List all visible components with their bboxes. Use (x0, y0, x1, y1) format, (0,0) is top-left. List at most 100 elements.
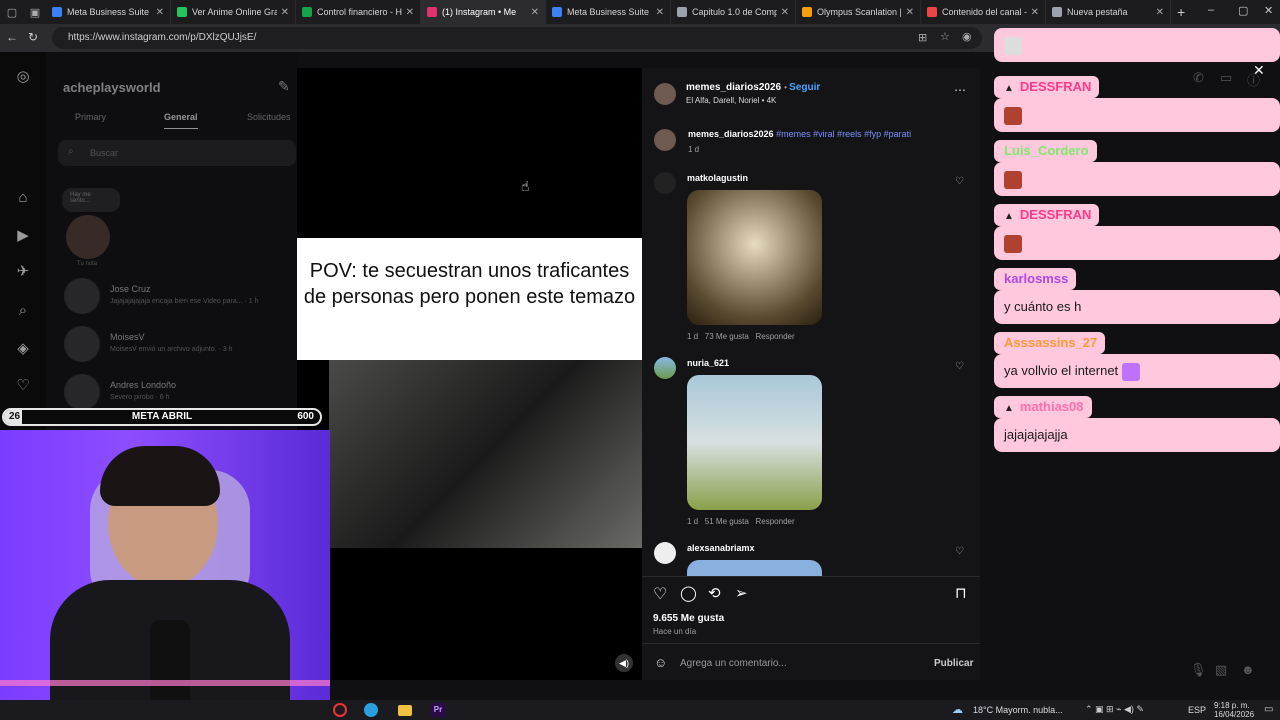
browser-tab[interactable]: Olympus Scanlation | L ✕ (796, 0, 921, 24)
browser-tab[interactable]: Meta Business Suite ✕ (546, 0, 671, 24)
comment-username[interactable]: nuria_621 (687, 358, 729, 368)
browser-tab[interactable]: (1) Instagram • Me ✕ (421, 0, 546, 24)
browser-tab[interactable]: Meta Business Suite ✕ (46, 0, 171, 24)
minimize-button[interactable]: – (1208, 4, 1214, 16)
repost-icon[interactable]: ⟲ (708, 584, 721, 602)
read-mode-icon[interactable]: ⊞ (918, 31, 927, 44)
comment-gif[interactable] (687, 560, 822, 576)
dm-username[interactable]: acheplaysworld (63, 80, 161, 95)
close-tab-icon[interactable]: ✕ (281, 7, 289, 18)
messages-icon[interactable]: ✈ (14, 263, 32, 281)
comment-avatar[interactable] (654, 172, 676, 194)
explore-icon[interactable]: ◈ (14, 340, 32, 358)
dm-thread[interactable]: Jose Cruz Jajajajajajaja encaja bien ese … (64, 278, 294, 318)
maximize-button[interactable]: ▢ (1238, 4, 1248, 17)
audio-info[interactable]: El Alfa, Darell, Noriel • 4K (686, 96, 776, 105)
notifications-icon[interactable]: ▭ (1264, 704, 1273, 715)
author-username[interactable]: memes_diarios2026 (686, 82, 781, 93)
search-icon[interactable]: ⌕ (14, 302, 32, 320)
browser-tab[interactable]: Control financiero - Ho ✕ (296, 0, 421, 24)
comment-username[interactable]: alexsanabriamx (687, 543, 755, 553)
browser-tab[interactable]: Capitulo 1.0 de Comple ✕ (671, 0, 796, 24)
post-likes[interactable]: 9.655 Me gusta (653, 613, 724, 624)
like-comment-icon[interactable]: ♡ (955, 361, 964, 372)
close-tab-icon[interactable]: ✕ (156, 7, 164, 18)
dm-thread[interactable]: MoisesV MoisesV envió un archivo adjunto.… (64, 326, 294, 366)
reply-button[interactable]: Responder (756, 332, 795, 341)
mic-icon[interactable]: 🎙 (1190, 662, 1207, 678)
dm-search[interactable]: ⌕ Buscar (58, 140, 296, 166)
chat-username[interactable]: Asssassins_27 (994, 332, 1106, 354)
comment-avatar[interactable] (654, 357, 676, 379)
browser-tab[interactable]: Nueva pestaña ✕ (1046, 0, 1171, 24)
language-indicator[interactable]: ESP (1188, 705, 1206, 715)
publish-button[interactable]: Publicar (934, 658, 973, 669)
tab-actions-icon[interactable]: ▢ (0, 6, 24, 19)
note-bubble[interactable]: Hay me sento... (62, 188, 120, 212)
comment-icon[interactable]: ◯ (680, 584, 697, 602)
weather-text[interactable]: 18°C Mayorm. nubla... (973, 705, 1063, 715)
image-icon[interactable]: ▧ (1215, 662, 1227, 678)
caption-username[interactable]: memes_diarios2026 (688, 129, 774, 139)
comment-avatar[interactable] (654, 542, 676, 564)
extension-icon[interactable]: ◉ (962, 30, 972, 43)
caption-avatar[interactable] (654, 129, 676, 151)
more-options-icon[interactable]: ⋯ (954, 83, 966, 97)
new-message-icon[interactable]: ✎ (278, 78, 290, 95)
chat-username[interactable]: ▲ mathias08 (994, 396, 1092, 418)
caption-hashtags[interactable]: #memes #viral #reels #fyp #parati (776, 129, 911, 139)
folder-icon[interactable] (398, 705, 412, 716)
instagram-logo-icon[interactable]: ◎ (14, 68, 32, 86)
reply-button[interactable]: Responder (756, 517, 795, 526)
tab-general[interactable]: General (164, 112, 198, 129)
new-tab-button[interactable]: + (1177, 4, 1185, 20)
clock-time[interactable]: 9:18 p. m. (1214, 701, 1250, 710)
back-icon[interactable]: ← (6, 30, 18, 44)
chat-username[interactable]: Luis_Cordero (994, 140, 1097, 162)
home-icon[interactable]: ⌂ (14, 189, 32, 207)
like-comment-icon[interactable]: ♡ (955, 546, 964, 557)
comment-gif[interactable] (687, 375, 822, 510)
sticker-icon[interactable]: ☻ (1241, 662, 1255, 677)
close-tab-icon[interactable]: ✕ (1031, 7, 1039, 18)
tab-solicitudes[interactable]: Solicitudes (247, 112, 291, 122)
chat-username[interactable]: ▲ DESSFRAN (994, 76, 1100, 98)
edge-icon[interactable] (364, 703, 378, 717)
author-avatar[interactable] (654, 83, 676, 105)
comment-input[interactable]: Agrega un comentario... (680, 658, 787, 669)
close-window-button[interactable]: ✕ (1264, 4, 1273, 17)
close-tab-icon[interactable]: ✕ (1156, 7, 1164, 18)
chat-username[interactable]: ▲ DESSFRAN (994, 204, 1100, 226)
vertical-tabs-icon[interactable]: ▣ (24, 6, 46, 19)
comment-likes[interactable]: 73 Me gusta (705, 332, 749, 341)
premiere-icon[interactable]: Pr (431, 703, 445, 717)
close-tab-icon[interactable]: ✕ (656, 7, 664, 18)
url-input[interactable]: https://www.instagram.com/p/DXlzQUJjsE/ (52, 27, 982, 49)
comment-likes[interactable]: 51 Me gusta (705, 517, 749, 526)
close-tab-icon[interactable]: ✕ (781, 7, 789, 18)
favorite-star-icon[interactable]: ☆ (940, 30, 950, 43)
close-tab-icon[interactable]: ✕ (906, 7, 914, 18)
notifications-heart-icon[interactable]: ♡ (14, 377, 32, 395)
browser-tab[interactable]: Ver Anime Online Gratis ✕ (171, 0, 296, 24)
comment-gif[interactable] (687, 190, 822, 325)
tab-primary[interactable]: Primary (75, 112, 106, 122)
browser-tab[interactable]: Contenido del canal - Y ✕ (921, 0, 1046, 24)
reels-icon[interactable]: ▶ (14, 227, 32, 245)
reel-video[interactable]: POV: te secuestran unos traficantes de p… (297, 68, 642, 680)
clock-date[interactable]: 16/04/2026 (1214, 710, 1254, 719)
share-icon[interactable]: ➢ (735, 584, 748, 602)
opera-icon[interactable] (333, 703, 347, 717)
tray-icons[interactable]: ⌃ ▣ ⊞ ⌁ ◀) ✎ (1085, 704, 1144, 715)
close-tab-icon[interactable]: ✕ (531, 7, 539, 18)
follow-button[interactable]: Seguir (789, 82, 820, 93)
like-icon[interactable]: ♡ (653, 584, 667, 604)
note-avatar[interactable] (66, 215, 110, 259)
chat-username[interactable]: karlosmss (994, 268, 1077, 290)
emoji-icon[interactable]: ☺ (654, 655, 667, 670)
close-tab-icon[interactable]: ✕ (406, 7, 414, 18)
like-comment-icon[interactable]: ♡ (955, 176, 964, 187)
comment-username[interactable]: matkolagustin (687, 173, 748, 183)
mute-icon[interactable]: ◀) (615, 654, 633, 672)
refresh-icon[interactable]: ↻ (28, 30, 38, 44)
